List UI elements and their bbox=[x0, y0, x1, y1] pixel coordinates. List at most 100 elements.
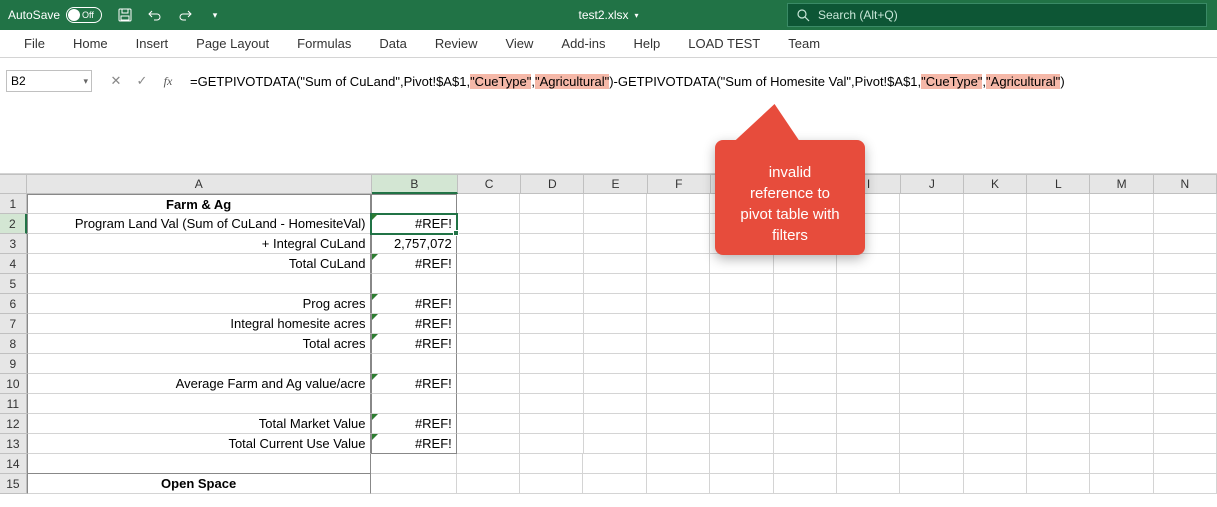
cell[interactable] bbox=[1027, 454, 1090, 474]
cell-a8[interactable]: Total acres bbox=[27, 334, 371, 354]
cell[interactable] bbox=[837, 414, 900, 434]
cell[interactable] bbox=[900, 274, 963, 294]
cell[interactable] bbox=[457, 394, 520, 414]
cell[interactable] bbox=[1154, 274, 1217, 294]
cell-b12[interactable]: #REF! bbox=[371, 414, 457, 434]
cell-a13[interactable]: Total Current Use Value bbox=[27, 434, 371, 454]
cell[interactable] bbox=[774, 474, 837, 494]
fill-handle[interactable] bbox=[453, 230, 459, 236]
cell[interactable] bbox=[584, 194, 647, 214]
cell[interactable] bbox=[1154, 394, 1217, 414]
cell[interactable] bbox=[457, 254, 520, 274]
cell-b14[interactable] bbox=[371, 454, 457, 474]
cell[interactable] bbox=[1090, 374, 1153, 394]
cell[interactable] bbox=[1027, 414, 1090, 434]
cell[interactable] bbox=[964, 234, 1027, 254]
cell[interactable] bbox=[1027, 314, 1090, 334]
cell-b8[interactable]: #REF! bbox=[371, 334, 457, 354]
cell[interactable] bbox=[900, 474, 963, 494]
cell[interactable] bbox=[520, 274, 583, 294]
cell[interactable] bbox=[1090, 334, 1153, 354]
cell[interactable] bbox=[583, 474, 646, 494]
cell[interactable] bbox=[457, 234, 520, 254]
cell-a1[interactable]: Farm & Ag bbox=[27, 194, 371, 214]
cell[interactable] bbox=[900, 414, 963, 434]
cell[interactable] bbox=[837, 274, 900, 294]
cell[interactable] bbox=[1154, 194, 1217, 214]
cell[interactable] bbox=[710, 254, 773, 274]
cell[interactable] bbox=[647, 374, 710, 394]
cell[interactable] bbox=[1154, 354, 1217, 374]
cell[interactable] bbox=[520, 234, 583, 254]
cell-a10[interactable]: Average Farm and Ag value/acre bbox=[27, 374, 371, 394]
cell[interactable] bbox=[710, 394, 773, 414]
cell[interactable] bbox=[584, 414, 647, 434]
cell[interactable] bbox=[1154, 374, 1217, 394]
row-header-2[interactable]: 2 bbox=[0, 214, 27, 234]
tab-view[interactable]: View bbox=[491, 30, 547, 58]
cell-a7[interactable]: Integral homesite acres bbox=[27, 314, 371, 334]
cell[interactable] bbox=[457, 334, 520, 354]
cell[interactable] bbox=[584, 374, 647, 394]
tab-page-layout[interactable]: Page Layout bbox=[182, 30, 283, 58]
cell[interactable] bbox=[1027, 434, 1090, 454]
cell[interactable] bbox=[900, 454, 963, 474]
row-header-12[interactable]: 12 bbox=[0, 414, 27, 434]
cell-b9[interactable] bbox=[371, 354, 457, 374]
cell[interactable] bbox=[900, 194, 963, 214]
cell[interactable] bbox=[647, 254, 710, 274]
cell[interactable] bbox=[710, 454, 773, 474]
autosave-group[interactable]: AutoSave Off bbox=[0, 7, 110, 23]
row-header-8[interactable]: 8 bbox=[0, 334, 27, 354]
cell[interactable] bbox=[837, 334, 900, 354]
cancel-icon[interactable]: ✕ bbox=[104, 70, 128, 92]
cell[interactable] bbox=[457, 274, 520, 294]
cell[interactable] bbox=[520, 254, 583, 274]
cell-a14[interactable] bbox=[27, 454, 371, 474]
cell[interactable] bbox=[1090, 194, 1153, 214]
cell[interactable] bbox=[647, 214, 710, 234]
cell[interactable] bbox=[1154, 334, 1217, 354]
cell-b6[interactable]: #REF! bbox=[371, 294, 457, 314]
cell[interactable] bbox=[647, 234, 710, 254]
cell-b13[interactable]: #REF! bbox=[371, 434, 457, 454]
cell[interactable] bbox=[964, 394, 1027, 414]
cell[interactable] bbox=[583, 454, 646, 474]
cell[interactable] bbox=[1090, 414, 1153, 434]
cell[interactable] bbox=[964, 194, 1027, 214]
select-all-corner[interactable] bbox=[0, 175, 27, 194]
cell[interactable] bbox=[710, 434, 773, 454]
cell[interactable] bbox=[774, 454, 837, 474]
cell[interactable] bbox=[964, 214, 1027, 234]
col-header-j[interactable]: J bbox=[901, 175, 964, 194]
tab-help[interactable]: Help bbox=[619, 30, 674, 58]
cell[interactable] bbox=[964, 294, 1027, 314]
cell[interactable] bbox=[710, 474, 773, 494]
tab-formulas[interactable]: Formulas bbox=[283, 30, 365, 58]
cell[interactable] bbox=[837, 434, 900, 454]
cell[interactable] bbox=[837, 314, 900, 334]
cell-b5[interactable] bbox=[371, 274, 457, 294]
cell[interactable] bbox=[1027, 194, 1090, 214]
cell[interactable] bbox=[520, 474, 583, 494]
cell[interactable] bbox=[457, 374, 520, 394]
cell[interactable] bbox=[774, 394, 837, 414]
cell[interactable] bbox=[837, 354, 900, 374]
cell[interactable] bbox=[837, 254, 900, 274]
cell[interactable] bbox=[774, 354, 837, 374]
cell-a11[interactable] bbox=[27, 394, 371, 414]
cell[interactable] bbox=[774, 274, 837, 294]
cell[interactable] bbox=[520, 194, 583, 214]
row-header-9[interactable]: 9 bbox=[0, 354, 27, 374]
col-header-f[interactable]: F bbox=[648, 175, 711, 194]
cell[interactable] bbox=[837, 294, 900, 314]
cell[interactable] bbox=[774, 334, 837, 354]
cell[interactable] bbox=[520, 314, 583, 334]
tab-review[interactable]: Review bbox=[421, 30, 492, 58]
cell[interactable] bbox=[1027, 274, 1090, 294]
cell[interactable] bbox=[457, 214, 520, 234]
cell[interactable] bbox=[964, 474, 1027, 494]
cell[interactable] bbox=[837, 454, 900, 474]
accept-icon[interactable]: ✓ bbox=[130, 70, 154, 92]
cell[interactable] bbox=[1027, 214, 1090, 234]
